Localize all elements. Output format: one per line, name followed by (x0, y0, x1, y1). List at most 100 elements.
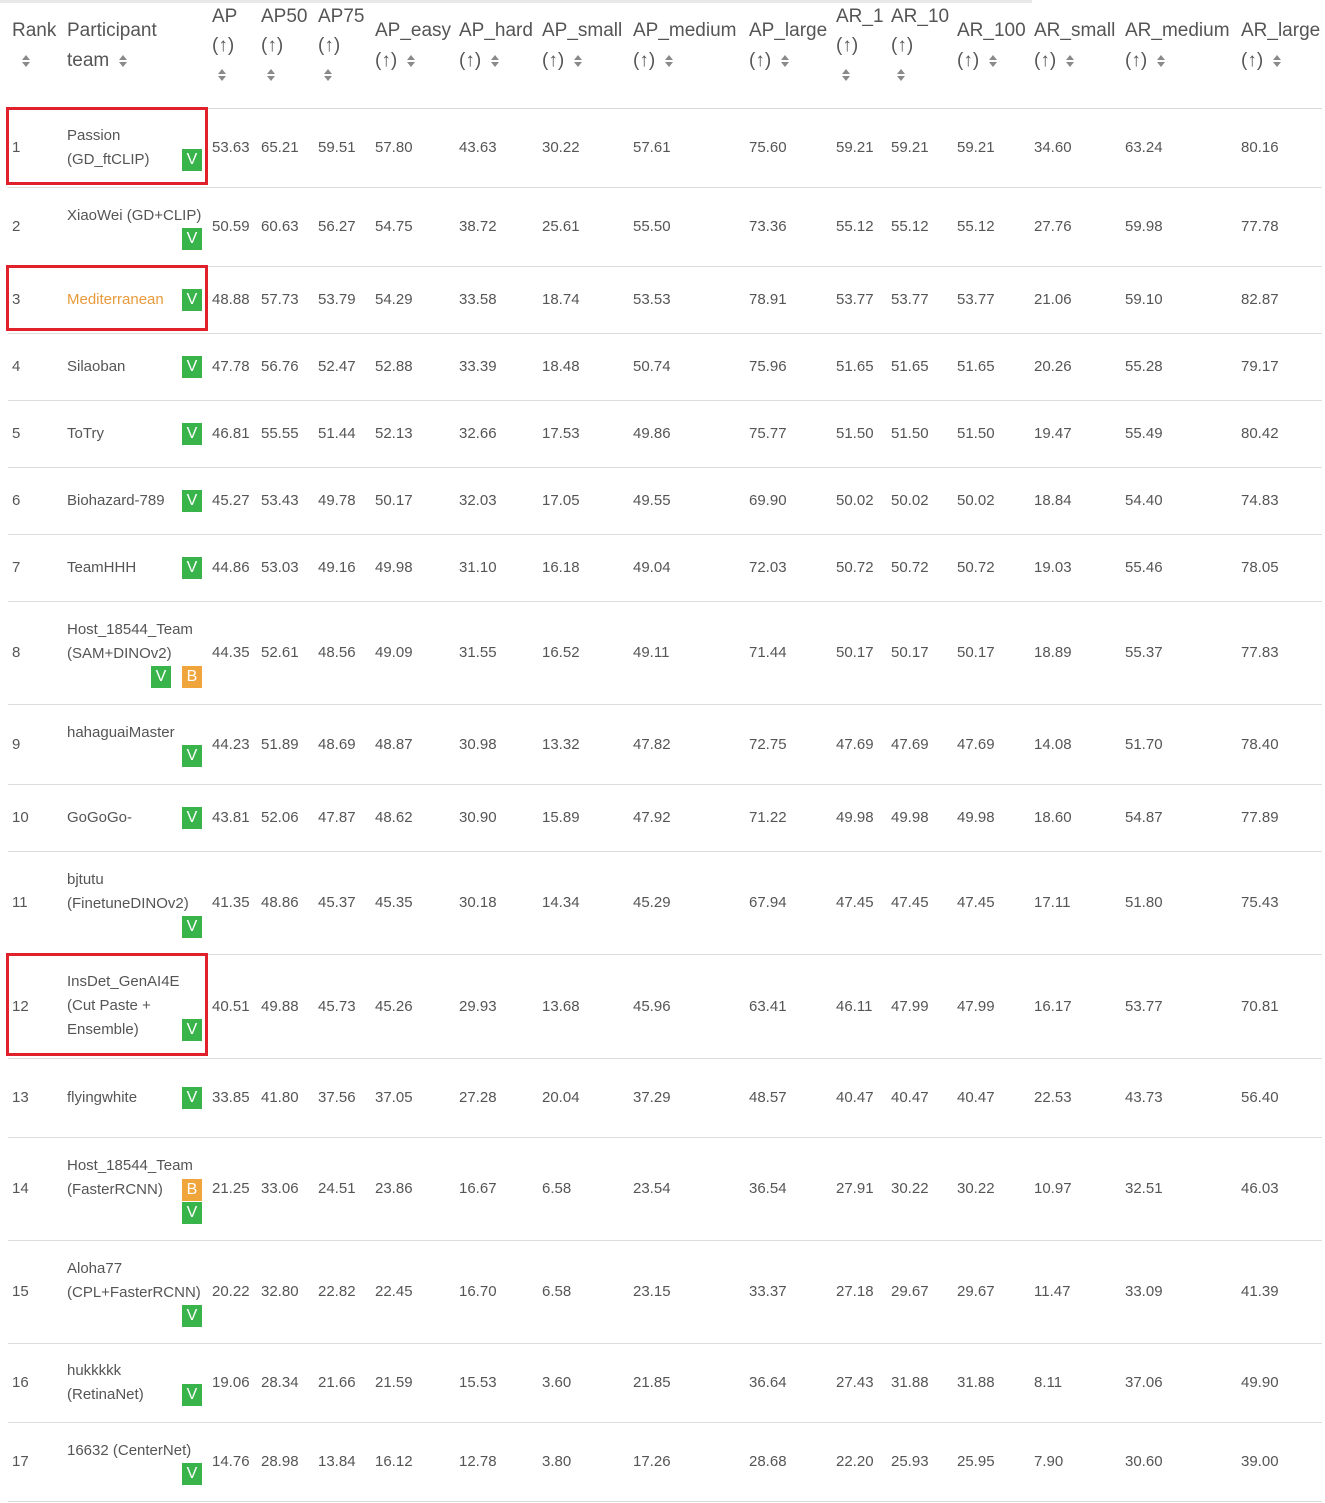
sort-icon[interactable] (218, 68, 227, 82)
sort-icon[interactable] (897, 68, 906, 82)
sort-icon[interactable] (665, 54, 674, 68)
metric-cell-ap-easy: 23.86 (371, 1137, 455, 1241)
column-header-ap75[interactable]: AP75 (↑) (314, 0, 371, 109)
verified-badge: V (182, 288, 202, 311)
column-header-ar-large[interactable]: AR_large (↑) (1237, 0, 1322, 109)
sort-icon[interactable] (491, 54, 500, 68)
column-header-label: AP (212, 6, 238, 27)
higher-is-better-indicator: (↑) (836, 35, 859, 56)
team-info: Passion (GD_ftCLIP) V (63, 124, 208, 172)
metric-cell-ap50: 48.86 (257, 851, 314, 955)
verified-badge: V (182, 1019, 202, 1041)
higher-is-better-indicator: (↑) (1125, 50, 1148, 71)
metric-cell-ap: 53.63 (208, 108, 257, 188)
metric-cell-ap: 20.22 (208, 1240, 257, 1344)
metric-cell-ar-100: 47.99 (953, 954, 1030, 1059)
sort-icon[interactable] (1066, 54, 1075, 68)
column-header-line: (↑) (542, 46, 629, 76)
metric-cell-ap75: 45.73 (314, 954, 371, 1059)
metric-cell-ar-1: 59.21 (832, 108, 887, 188)
team-name: (FinetuneDINOv2) (67, 894, 189, 912)
table-row: 15 Aloha77 (CPL+FasterRCNN) V 20.22 32.80 22.8… (8, 1240, 1322, 1344)
sort-icon[interactable] (574, 54, 583, 68)
rank-cell: 4 (8, 333, 63, 401)
team-name: InsDet_GenAI4E (67, 973, 180, 990)
table-row: 4 Silaoban V 47.78 56.76 52.47 52.88 33.39 18.48… (8, 333, 1322, 401)
metric-cell-ap-medium: 23.54 (629, 1137, 745, 1241)
metric-cell-ar-1: 49.98 (832, 784, 887, 852)
metric-cell-ap-small: 6.58 (538, 1137, 629, 1241)
metric-cell-ar-100: 47.45 (953, 851, 1030, 955)
column-header-ap-large[interactable]: AP_large (↑) (745, 0, 832, 109)
metric-cell-ar-1: 40.47 (832, 1058, 887, 1138)
metric-cell-ap75: 49.78 (314, 467, 371, 535)
metric-cell-ar-100: 40.47 (953, 1058, 1030, 1138)
column-header-line (12, 46, 63, 76)
verified-badge: V (182, 1383, 202, 1406)
team-info: flyingwhite V (63, 1086, 208, 1110)
metric-cell-ap75: 48.56 (314, 601, 371, 705)
table-row: 9 hahaguaiMaster V 44.23 51.89 48.69 48.87 30.9… (8, 704, 1322, 785)
verified-badge: V (151, 665, 171, 688)
column-header-label: AR_small (1034, 20, 1116, 41)
metric-cell-ap-small: 3.60 (538, 1343, 629, 1423)
metric-cell-ar-small: 22.53 (1030, 1058, 1121, 1138)
verified-badge: V (182, 148, 202, 171)
column-header-ap[interactable]: AP (↑) (208, 0, 257, 109)
metric-cell-ap-large: 73.36 (745, 187, 832, 267)
metric-cell-ap: 43.81 (208, 784, 257, 852)
column-header-ap50[interactable]: AP50 (↑) (257, 0, 314, 109)
metric-cell-ap-hard: 32.03 (455, 467, 538, 535)
verified-badge: V (182, 915, 202, 938)
sort-icon[interactable] (989, 54, 998, 68)
metric-cell-ap-medium: 47.92 (629, 784, 745, 852)
metric-cell-ap: 33.85 (208, 1058, 257, 1138)
table-row: 13 flyingwhite V 33.85 41.80 37.56 37.05 27.28 2… (8, 1058, 1322, 1138)
column-header-ap-easy[interactable]: AP_easy (↑) (371, 0, 455, 109)
metric-cell-ar-small: 17.11 (1030, 851, 1121, 955)
verified-badge: V (182, 422, 202, 445)
metric-cell-ap-small: 16.52 (538, 601, 629, 705)
column-header-line: (↑) (1125, 46, 1237, 76)
sort-icon[interactable] (842, 68, 851, 82)
metric-cell-ar-large: 77.78 (1237, 187, 1322, 267)
participant-team-cell: InsDet_GenAI4E (Cut Paste + Ensemble) V (63, 954, 208, 1059)
sort-icon[interactable] (324, 68, 333, 82)
metric-cell-ap75: 24.51 (314, 1137, 371, 1241)
team-name: (CPL+FasterRCNN) (67, 1283, 201, 1301)
table-row: 5 ToTry V 46.81 55.55 51.44 52.13 32.66 17.53 49.… (8, 400, 1322, 468)
column-header-ar-1[interactable]: AR_1 (↑) (832, 0, 887, 109)
column-header-ar-10[interactable]: AR_10 (↑) (887, 0, 953, 109)
column-header-ar-small[interactable]: AR_small (↑) (1030, 0, 1121, 109)
badge-group: V (171, 556, 202, 579)
sort-icon[interactable] (119, 54, 128, 68)
metric-cell-ap-hard: 43.63 (455, 108, 538, 188)
higher-is-better-indicator: (↑) (459, 50, 482, 71)
sort-icon[interactable] (22, 54, 31, 68)
column-header-rank[interactable]: Rank (8, 0, 63, 109)
sort-icon[interactable] (267, 68, 276, 82)
sort-icon[interactable] (407, 54, 416, 68)
metric-cell-ap-small: 3.80 (538, 1422, 629, 1502)
badge-group: V (171, 1383, 202, 1406)
metric-cell-ap-hard: 38.72 (455, 187, 538, 267)
column-header-ap-hard[interactable]: AP_hard (↑) (455, 0, 538, 109)
badge-group: V (67, 1201, 202, 1224)
column-header-ap-small[interactable]: AP_small (↑) (538, 0, 629, 109)
column-header-participant-team[interactable]: Participant team (63, 0, 208, 109)
metric-cell-ap75: 13.84 (314, 1422, 371, 1502)
sort-icon[interactable] (781, 54, 790, 68)
metric-cell-ap-small: 17.53 (538, 400, 629, 468)
metric-cell-ap50: 28.34 (257, 1343, 314, 1423)
sort-icon[interactable] (1273, 54, 1282, 68)
metric-cell-ap-easy: 57.80 (371, 108, 455, 188)
metric-cell-ar-medium: 55.49 (1121, 400, 1237, 468)
metric-cell-ap50: 28.98 (257, 1422, 314, 1502)
metric-cell-ap50: 53.43 (257, 467, 314, 535)
column-header-ap-medium[interactable]: AP_medium (↑) (629, 0, 745, 109)
metric-cell-ap-large: 28.68 (745, 1422, 832, 1502)
metric-cell-ar-medium: 59.10 (1121, 266, 1237, 334)
column-header-ar-100[interactable]: AR_100 (↑) (953, 0, 1030, 109)
column-header-ar-medium[interactable]: AR_medium (↑) (1121, 0, 1237, 109)
sort-icon[interactable] (1157, 54, 1166, 68)
